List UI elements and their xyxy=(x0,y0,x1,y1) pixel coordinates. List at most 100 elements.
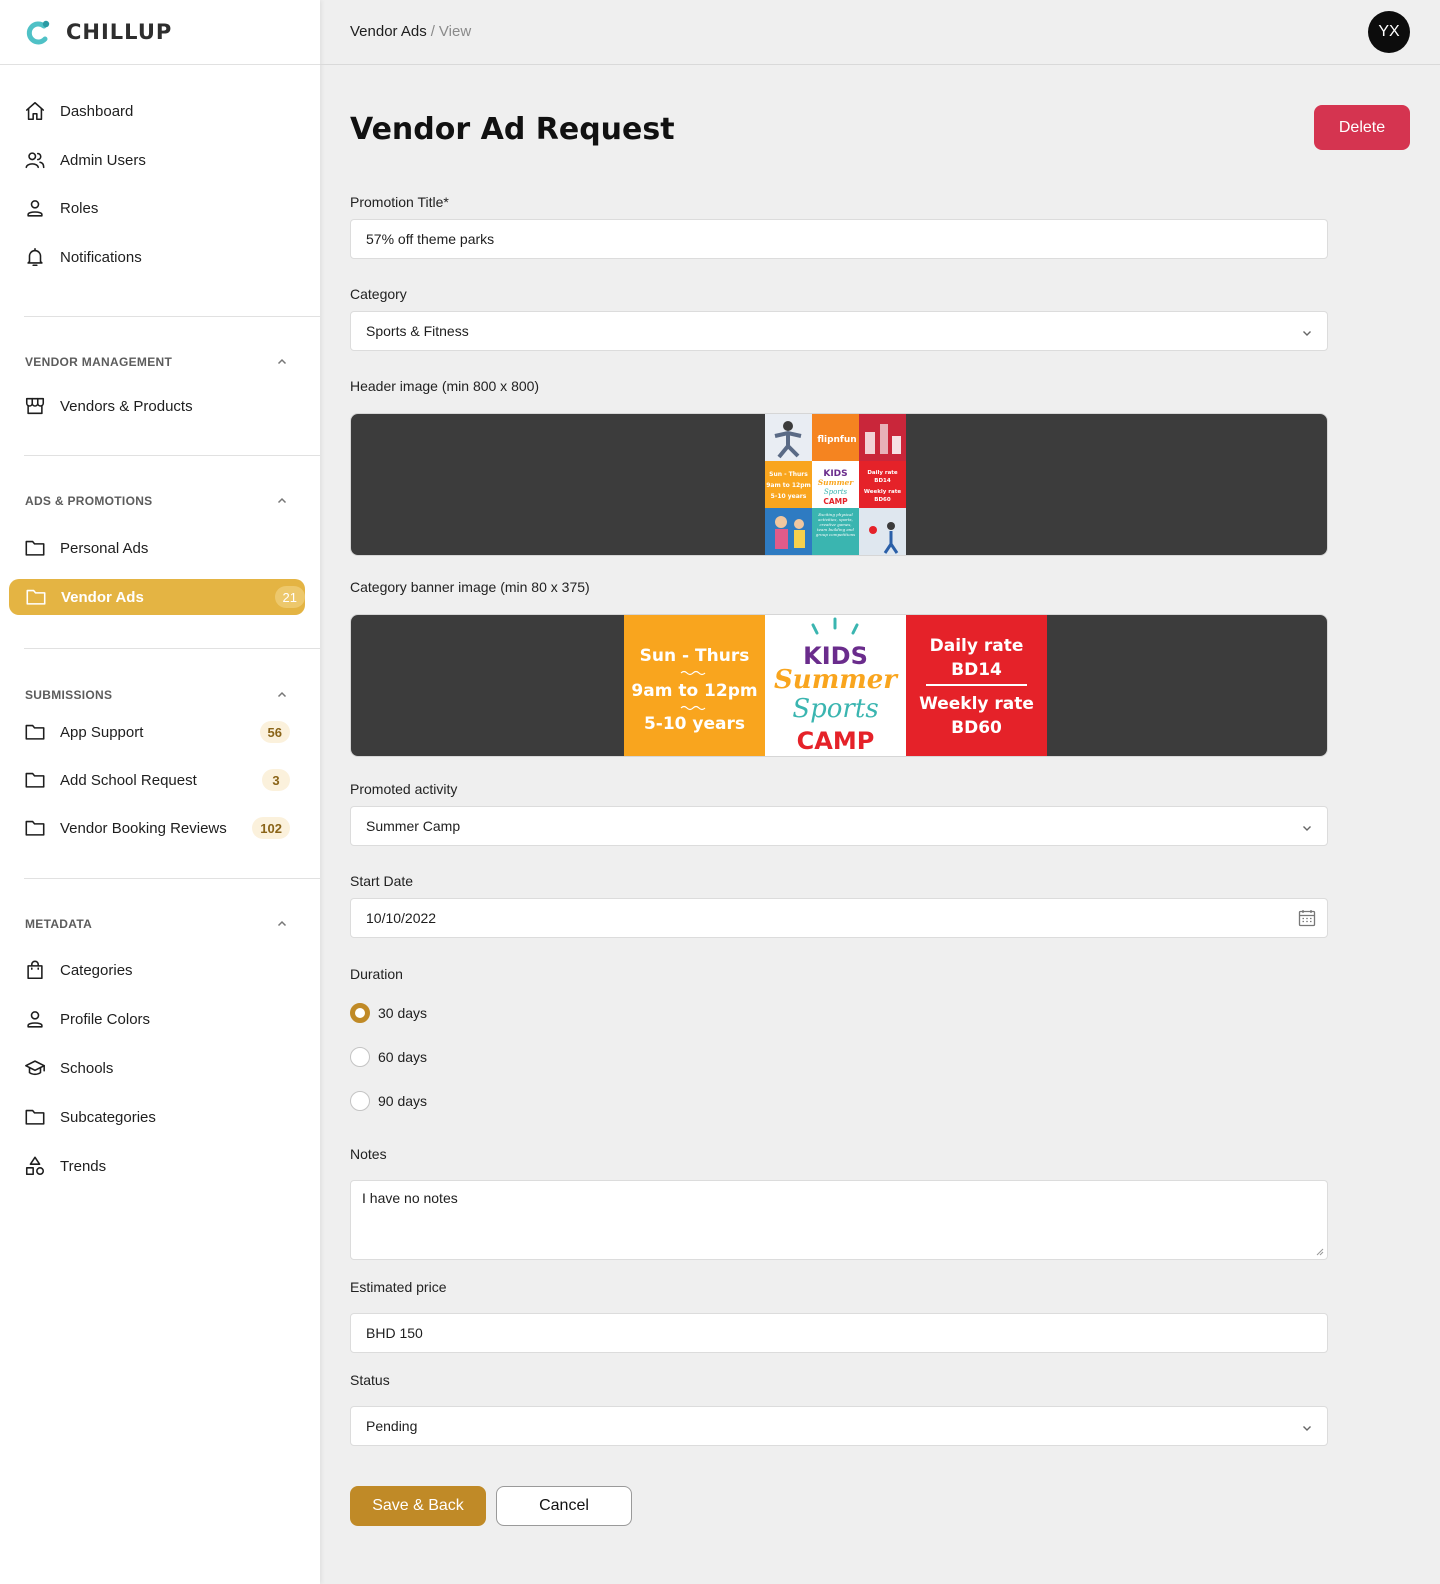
nav-label: Vendors & Products xyxy=(60,397,193,415)
chevron-up-icon xyxy=(276,689,288,701)
folder-icon xyxy=(24,817,46,839)
header-tile-caption: Exciting physical activities, sports, cr… xyxy=(815,512,856,537)
promotion-title-label: Promotion Title* xyxy=(350,194,449,210)
shapes-icon xyxy=(24,1155,46,1177)
folder-icon xyxy=(24,721,46,743)
calendar-icon[interactable] xyxy=(1297,908,1317,928)
duration-option-90[interactable]: 90 days xyxy=(350,1090,427,1112)
duration-option-60[interactable]: 60 days xyxy=(350,1046,427,1068)
nav-label: Trends xyxy=(60,1157,107,1175)
user-avatar[interactable]: YX xyxy=(1368,11,1410,53)
nav-roles[interactable]: Roles xyxy=(24,193,290,223)
section-ads-promotions[interactable]: ADS & PROMOTIONS xyxy=(25,492,288,510)
home-icon xyxy=(24,100,46,122)
breadcrumb-current: View xyxy=(438,23,472,40)
nav-vendor-ads[interactable]: Vendor Ads 21 xyxy=(9,579,305,615)
header-image: flipnfun Sun - Thurs 9am to 12pm 5-10 ye… xyxy=(765,414,906,555)
count-badge: 56 xyxy=(259,721,290,743)
status-select[interactable]: Pending xyxy=(350,1406,1328,1446)
start-date-label: Start Date xyxy=(350,873,414,889)
header-image-preview[interactable]: flipnfun Sun - Thurs 9am to 12pm 5-10 ye… xyxy=(350,413,1328,556)
person-icon xyxy=(24,197,46,219)
breadcrumb: Vendor Ads / View xyxy=(350,23,471,41)
duration-option-30[interactable]: 30 days xyxy=(350,1002,427,1024)
section-title: SUBMISSIONS xyxy=(25,688,113,702)
nav-label: Admin Users xyxy=(60,151,146,169)
nav-label: App Support xyxy=(60,723,144,741)
nav-schools[interactable]: Schools xyxy=(24,1053,290,1083)
nav-label: Schools xyxy=(60,1059,114,1077)
bell-icon xyxy=(24,246,46,268)
estimated-price-value: BHD 150 xyxy=(366,1325,423,1341)
banner-text: BD14 xyxy=(951,660,1002,680)
nav-categories[interactable]: Categories xyxy=(24,955,290,985)
app-logo[interactable]: CHILLUP xyxy=(0,0,320,65)
banner-text: 5-10 years xyxy=(644,714,745,734)
radio-unselected[interactable] xyxy=(350,1047,370,1067)
sidebar-divider xyxy=(24,455,320,456)
header-tile-text: 5-10 years xyxy=(771,493,807,500)
chillup-logo-icon xyxy=(26,20,50,45)
header-tile-text: Summer xyxy=(818,478,855,487)
chevron-up-icon xyxy=(276,495,288,507)
chevron-down-icon xyxy=(1301,326,1313,338)
nav-trends[interactable]: Trends xyxy=(24,1151,290,1181)
nav-admin-users[interactable]: Admin Users xyxy=(24,145,290,175)
duration-option-label: 60 days xyxy=(378,1049,428,1065)
nav-label: Vendor Ads xyxy=(61,588,144,606)
banner-text: Summer xyxy=(774,665,899,695)
nav-label: Add School Request xyxy=(60,771,197,789)
notes-label: Notes xyxy=(350,1146,387,1162)
category-select[interactable]: Sports & Fitness xyxy=(350,311,1328,351)
breadcrumb-separator: / xyxy=(430,23,435,40)
nav-vendors-products[interactable]: Vendors & Products xyxy=(24,391,290,421)
nav-vendor-booking-reviews[interactable]: Vendor Booking Reviews 102 xyxy=(24,813,290,843)
app-name: CHILLUP xyxy=(66,20,173,44)
estimated-price-label: Estimated price xyxy=(350,1279,447,1295)
banner-image-preview[interactable]: Sun - Thurs 9am to 12pm 5-10 years KIDS … xyxy=(350,614,1328,757)
save-and-back-button[interactable]: Save & Back xyxy=(350,1486,486,1526)
nav-subcategories[interactable]: Subcategories xyxy=(24,1102,290,1132)
nav-label: Vendor Booking Reviews xyxy=(60,819,227,837)
folder-icon xyxy=(24,537,46,559)
topbar: Vendor Ads / View YX xyxy=(320,0,1440,65)
nav-label: Roles xyxy=(60,199,99,217)
nav-app-support[interactable]: App Support 56 xyxy=(24,717,290,747)
radio-selected[interactable] xyxy=(350,1003,370,1023)
nav-add-school-request[interactable]: Add School Request 3 xyxy=(24,765,290,795)
header-tile-text: BD14 xyxy=(874,478,891,484)
banner-text: CAMP xyxy=(797,727,875,755)
section-submissions[interactable]: SUBMISSIONS xyxy=(25,686,288,704)
promoted-activity-select[interactable]: Summer Camp xyxy=(350,806,1328,846)
nav-notifications[interactable]: Notifications xyxy=(24,242,290,272)
estimated-price-input[interactable]: BHD 150 xyxy=(350,1313,1328,1353)
nav-personal-ads[interactable]: Personal Ads xyxy=(24,533,290,563)
radio-unselected[interactable] xyxy=(350,1091,370,1111)
nav-label: Dashboard xyxy=(60,102,134,120)
person-icon xyxy=(24,1008,46,1030)
banner-text: 9am to 12pm xyxy=(631,681,757,701)
notes-textarea[interactable]: I have no notes xyxy=(350,1180,1328,1260)
header-tile-text: Sun - Thurs xyxy=(769,471,808,478)
chevron-up-icon xyxy=(276,918,288,930)
nav-dashboard[interactable]: Dashboard xyxy=(24,96,290,126)
resize-handle-icon[interactable] xyxy=(1315,1247,1324,1256)
section-metadata[interactable]: METADATA xyxy=(25,915,288,933)
promotion-title-input[interactable]: 57% off theme parks xyxy=(350,219,1328,259)
status-value: Pending xyxy=(366,1418,418,1434)
start-date-input[interactable]: 10/10/2022 xyxy=(350,898,1328,938)
sidebar: CHILLUP Dashboard Admin Users Roles Noti… xyxy=(0,0,320,1584)
header-tile-brand: flipnfun xyxy=(817,435,856,445)
header-image-label: Header image (min 800 x 800) xyxy=(350,378,540,394)
page-title: Vendor Ad Request xyxy=(350,112,675,147)
section-vendor-management[interactable]: VENDOR MANAGEMENT xyxy=(25,353,288,371)
bag-icon xyxy=(24,959,46,981)
nav-profile-colors[interactable]: Profile Colors xyxy=(24,1004,290,1034)
banner-text: Weekly rate xyxy=(919,694,1034,714)
cancel-button[interactable]: Cancel xyxy=(496,1486,632,1526)
breadcrumb-parent[interactable]: Vendor Ads xyxy=(350,23,427,40)
chevron-down-icon xyxy=(1301,1421,1313,1433)
section-title: VENDOR MANAGEMENT xyxy=(25,355,173,369)
delete-button[interactable]: Delete xyxy=(1314,105,1410,150)
header-tile-text: 9am to 12pm xyxy=(766,482,811,489)
